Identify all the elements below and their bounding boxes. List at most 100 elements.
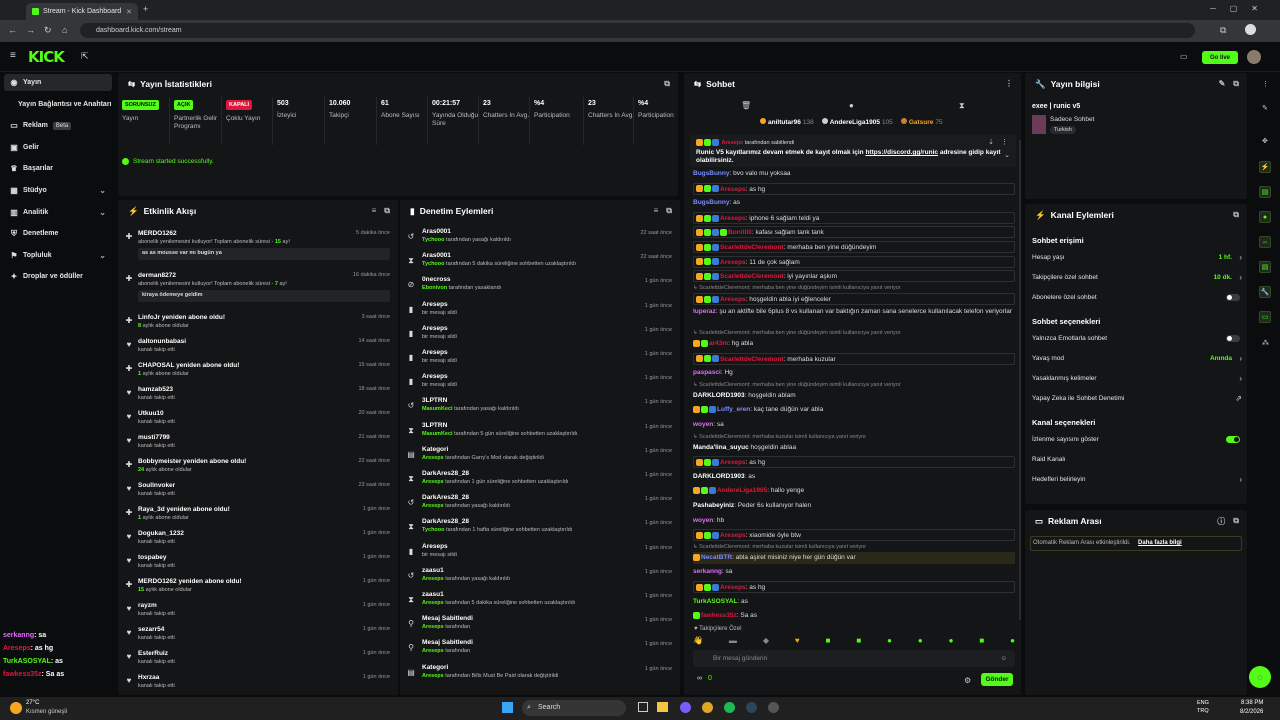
activity-item[interactable]: ♥ EsterRuiz kanalı takip etti 1 gün önce [124, 648, 394, 672]
chevron-down-icon[interactable]: ⌄ [99, 208, 106, 217]
channel-setting-row[interactable]: Hedefleri belirleyin › [1032, 475, 1242, 490]
emote-icon[interactable]: ● [949, 636, 954, 648]
settings-icon[interactable]: ⚙ [964, 676, 971, 685]
app-icon[interactable] [680, 702, 691, 713]
chat-username[interactable]: Areseps [720, 259, 746, 266]
moderation-item[interactable]: ⧗ 3LPTRN MasumKeci tarafından 5 gün süreli… [406, 422, 676, 446]
chat-username[interactable]: paspasci [693, 369, 721, 376]
sidebar-item-7[interactable]: ⛨ Denetleme [4, 225, 112, 242]
trash-filter-icon[interactable]: 🗑 [741, 101, 751, 110]
activity-item[interactable]: ♥ hamzab523 kanalı takip etti 18 saat önce [124, 384, 394, 408]
activity-item[interactable]: ♥ Hxrzaa kanalı takip etti 1 gün önce [124, 672, 394, 696]
toggle-switch[interactable] [1226, 335, 1240, 342]
sidebar-item-0[interactable]: ◉ Yayın [4, 74, 112, 91]
chat-username[interactable]: BugsBunny [693, 170, 729, 177]
clock-date[interactable]: 8/2/2026 [1240, 709, 1263, 715]
moderation-item[interactable]: ⧗ DarkAres28_28 Areseps tarafından 1 gün s… [406, 470, 676, 494]
more-icon[interactable]: ⋮ [1262, 80, 1269, 88]
rail-stats-icon[interactable]: ▤ [1259, 186, 1271, 198]
channel-setting-row[interactable]: Takipçilere özel sohbet 10 dk. › [1032, 273, 1242, 288]
chat-message[interactable]: luperaz: şu an aktifte bile 6plus 8 vs k… [693, 307, 1015, 327]
chat-username[interactable]: woyen [693, 517, 713, 524]
back-icon[interactable]: ← [8, 25, 17, 35]
window-controls[interactable]: ─▢✕ [1210, 4, 1272, 13]
emote-icon[interactable]: ● [887, 636, 892, 648]
chat-username[interactable]: fawkess35z [701, 612, 737, 619]
chat-username[interactable]: DARKLORD1903 [693, 473, 745, 480]
send-button[interactable]: Gönder [981, 673, 1013, 686]
popout-icon[interactable]: ⧉ [666, 206, 672, 216]
taskview-icon[interactable] [638, 702, 648, 712]
moderation-item[interactable]: ▮ Areseps bir mesajı sildi 1 gün önce [406, 325, 676, 349]
emote-icon[interactable]: ♥ [795, 636, 800, 648]
lang-2[interactable]: TRQ [1197, 708, 1209, 714]
scrollbar[interactable] [1019, 140, 1021, 620]
moderation-item[interactable]: ↺ Aras0001 Tychooo tarafından yasağı kaldı… [406, 228, 676, 252]
rail-info-icon[interactable]: ▤ [1259, 261, 1271, 273]
ads-link[interactable]: Daha fazla bilgi [1138, 540, 1182, 546]
activity-item[interactable]: ✚ Raya_3d yeniden abone oldu! 1 aylık abon… [124, 504, 394, 528]
pin-nav-icon[interactable]: ⇱ [81, 51, 89, 62]
emote-icon[interactable]: ■ [856, 636, 861, 648]
sidebar-item-8[interactable]: ⚑ Topluluk ⌄ [4, 247, 112, 264]
edit-icon[interactable]: ✎ [1262, 104, 1268, 112]
edit-icon[interactable]: ✎ [1219, 79, 1226, 89]
emote-icon[interactable]: ▬ [729, 636, 737, 648]
moderation-item[interactable]: ⧗ DarkAres28_28 Tychooo tarafından 1 hafta… [406, 518, 676, 542]
moderation-item[interactable]: ▤ Kategori Areseps tarafından Garry's Mod … [406, 446, 676, 470]
chat-message[interactable]: TurkASOSYAL: as [693, 596, 1015, 608]
activity-item[interactable]: ♥ sezarr54 kanalı takip etti 1 gün önce [124, 624, 394, 648]
toggle-switch[interactable] [1226, 436, 1240, 443]
rail-wrench-icon[interactable]: 🔧 [1259, 286, 1271, 298]
rail-activity-icon[interactable]: ⚡ [1259, 161, 1271, 173]
chat-username[interactable]: Bonitilli [728, 229, 752, 236]
moderation-item[interactable]: ↺ DarkAres28_28 Areseps tarafından yasağı … [406, 494, 676, 518]
avatar[interactable] [1247, 50, 1261, 64]
kick-logo[interactable]: KICK [28, 48, 65, 66]
activity-item[interactable]: ♥ tospabey kanalı takip etti 1 gün önce [124, 552, 394, 576]
moderation-item[interactable]: ⧗ Aras0001 Tychooo tarafından 5 dakika sür… [406, 252, 676, 276]
chat-message[interactable]: Areseps: 11 de çok sağlam [693, 255, 1015, 268]
chat-message[interactable]: woyen: hb [693, 515, 1015, 527]
popout-icon[interactable]: ⧉ [1233, 210, 1239, 220]
channel-setting-row[interactable]: Hesap yaşı 1 hf. › [1032, 253, 1242, 268]
new-tab-icon[interactable]: + [143, 4, 148, 14]
chat-username[interactable]: TurkASOSYAL [693, 598, 737, 605]
chat-username[interactable]: serkanng [693, 568, 722, 575]
chat-username[interactable]: ScarlettdeCleremont [720, 273, 784, 280]
tab-close-icon[interactable]: ✕ [126, 8, 132, 16]
moderation-item[interactable]: ⧗ zaasu1 Areseps tarafından 5 dakika sürel… [406, 591, 676, 615]
go-live-button[interactable]: Go live [1202, 51, 1238, 64]
chat-message[interactable]: Pashabeyiniz: Peder 6s kullanıyor halen [693, 500, 1015, 512]
emote-icon[interactable]: 👋 [693, 636, 703, 648]
reload-icon[interactable]: ↻ [44, 25, 52, 36]
chat-bubble-icon[interactable]: ● [849, 101, 854, 110]
popout-icon[interactable]: ⧉ [384, 206, 390, 216]
chat-username[interactable]: NecatBTR [701, 554, 732, 561]
chat-message[interactable]: Manda'lina_suyuc hoşgeldin ablaa [693, 442, 1015, 454]
taskbar-search[interactable]: ⌕ Search [522, 700, 626, 716]
chat-username[interactable]: Areseps [720, 186, 746, 193]
chat-message[interactable]: fawkess35z: Sa as [693, 610, 1015, 622]
activity-item[interactable]: ♥ daltonunbabasi kanalı takip etti 14 saat … [124, 336, 394, 360]
chat-message[interactable]: ar43m: hg abla [693, 338, 1015, 350]
sidebar-item-3[interactable]: ▣ Gelir [4, 139, 112, 156]
more-icon[interactable]: ⋮ [1005, 79, 1013, 88]
url-field[interactable]: dashboard.kick.com/stream [80, 23, 1195, 38]
sidebar-item-9[interactable]: ✦ Droplar ve ödüller [4, 268, 112, 285]
chat-username[interactable]: luperaz [693, 308, 716, 315]
activity-item[interactable]: ✚ derman8272 abonelik yenilemesini kutluyo… [124, 270, 394, 312]
chat-message[interactable]: NecatBTR: abla aşiret misiniz niye her g… [693, 551, 1015, 564]
chat-message[interactable]: Areseps: hoşgeldin abla iyi eğlenceler [693, 292, 1015, 305]
chat-username[interactable]: Areseps [720, 459, 746, 466]
chevron-right-icon[interactable]: › [1239, 253, 1242, 262]
chat-message[interactable]: Areseps: as hg [693, 581, 1015, 593]
profile-icon[interactable] [1245, 24, 1256, 35]
popout-icon[interactable]: ⧉ [1233, 516, 1239, 527]
moderation-item[interactable]: ▤ Kategori Areseps tarafından Bills Must B… [406, 664, 676, 688]
app-icon[interactable] [768, 702, 779, 713]
chat-username[interactable]: ar43m [709, 340, 728, 347]
emote-icon[interactable]: ■ [826, 636, 831, 648]
chat-username[interactable]: Manda'lina_suyuc [693, 444, 749, 451]
windows-start-icon[interactable] [502, 702, 513, 713]
